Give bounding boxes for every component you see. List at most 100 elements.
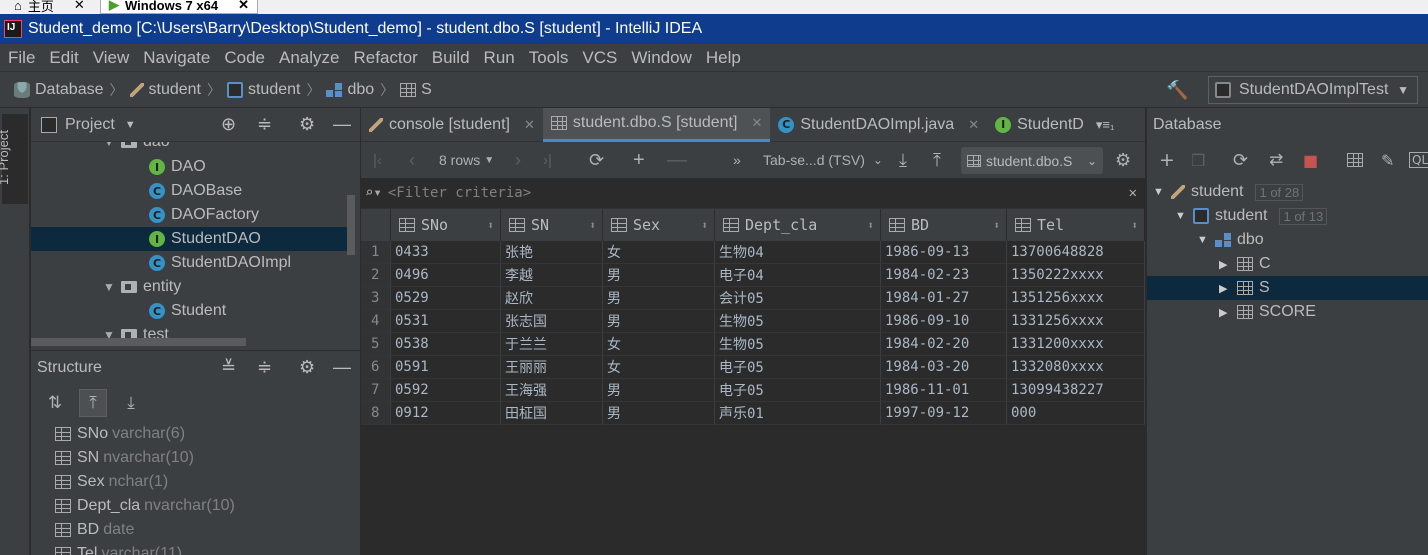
menu-refactor[interactable]: Refactor <box>353 48 417 68</box>
db-tree-table-c[interactable]: ▶ C <box>1147 252 1428 276</box>
table-cell[interactable]: 男 <box>603 287 715 310</box>
first-page-icon[interactable]: |‹ <box>373 142 382 178</box>
tree-item-entity[interactable]: ▼ entity <box>31 275 349 299</box>
column-header-sn[interactable]: SN ⬍ <box>501 209 603 241</box>
tree-item-student-class[interactable]: C Student <box>31 299 349 323</box>
expand-arrow-icon[interactable]: ▼ <box>1175 210 1187 222</box>
expand-arrow-icon[interactable]: ▶ <box>1219 282 1231 295</box>
clear-filter-icon[interactable]: ✕ <box>1129 185 1137 201</box>
export-format-select[interactable]: Tab-se...d (TSV) ⌄ <box>763 142 883 178</box>
hide-icon[interactable]: — <box>333 114 351 135</box>
table-cell[interactable]: 会计05 <box>715 287 881 310</box>
table-cell[interactable]: 赵欣 <box>501 287 603 310</box>
table-cell[interactable]: 000 <box>1007 402 1145 425</box>
synchronize-icon[interactable]: ⇄ <box>1269 142 1283 178</box>
table-cell[interactable]: 张志国 <box>501 310 603 333</box>
tree-item-dao-interface[interactable]: I DAO <box>31 155 349 179</box>
structure-item-bd[interactable]: BD date <box>55 518 134 542</box>
table-cell[interactable]: 13700648828 <box>1007 241 1145 264</box>
table-cell[interactable]: 1351256xxxx <box>1007 287 1145 310</box>
table-cell[interactable]: 电子05 <box>715 379 881 402</box>
import-icon[interactable]: ⤒ <box>933 142 941 178</box>
close-icon[interactable]: ✕ <box>238 0 249 13</box>
copy-icon[interactable]: ❐ <box>1191 142 1205 178</box>
db-tree-table-s[interactable]: ▶ S <box>1147 276 1428 300</box>
menu-tools[interactable]: Tools <box>529 48 569 68</box>
table-cell[interactable]: 于兰兰 <box>501 333 603 356</box>
table-cell[interactable]: 男 <box>603 310 715 333</box>
db-tree-datasource-student[interactable]: ▼ student 1 of 28 <box>1147 180 1428 204</box>
table-cell[interactable]: 男 <box>603 402 715 425</box>
column-header-dept-cla[interactable]: Dept_cla ⬍ <box>715 209 881 241</box>
console-ql-icon[interactable]: QL <box>1409 152 1428 168</box>
structure-item-tel[interactable]: Tel varchar(11) <box>55 542 182 555</box>
table-cell[interactable]: 0592 <box>391 379 501 402</box>
menu-code[interactable]: Code <box>224 48 265 68</box>
table-cell[interactable]: 0529 <box>391 287 501 310</box>
table-cell[interactable]: 1984-01-27 <box>881 287 1007 310</box>
add-icon[interactable]: + <box>1159 142 1175 178</box>
sort-icon[interactable]: ⬍ <box>993 219 1000 232</box>
table-cell[interactable]: 女 <box>603 333 715 356</box>
gear-icon[interactable]: ⚙ <box>299 114 315 135</box>
menu-edit[interactable]: Edit <box>49 48 78 68</box>
breadcrumb-database[interactable]: Database <box>14 81 104 99</box>
table-cell[interactable]: 0591 <box>391 356 501 379</box>
expand-arrow-icon[interactable]: ▶ <box>1219 306 1231 319</box>
table-select[interactable]: student.dbo.S ⌄ <box>961 147 1103 174</box>
host-tab-vm[interactable]: ▶ Windows 7 x64 ✕ <box>100 0 258 14</box>
table-cell[interactable]: 0433 <box>391 241 501 264</box>
scroll-to-source-icon[interactable]: ⤓ <box>117 389 145 417</box>
db-tree-database-student[interactable]: ▼ student 1 of 13 <box>1147 204 1428 228</box>
filter-input[interactable]: <Filter criteria> <box>388 185 531 201</box>
tab-list-icon[interactable]: ▾≡₁ <box>1096 117 1115 133</box>
db-tree-schema-dbo[interactable]: ▼ dbo <box>1147 228 1428 252</box>
host-tab-home[interactable]: ⌂ 主页 ✕ <box>6 0 93 14</box>
table-cell[interactable]: 生物05 <box>715 333 881 356</box>
stop-icon[interactable]: ■ <box>1303 142 1318 178</box>
close-icon[interactable]: ✕ <box>968 117 979 133</box>
table-cell[interactable]: 女 <box>603 356 715 379</box>
structure-item-sex[interactable]: Sex nchar(1) <box>55 470 168 494</box>
table-cell[interactable]: 1986-11-01 <box>881 379 1007 402</box>
column-header-sex[interactable]: Sex ⬍ <box>603 209 715 241</box>
delete-row-icon[interactable]: — <box>667 142 687 178</box>
collapse-all-icon[interactable]: ≑ <box>257 114 272 135</box>
sort-icon[interactable]: ⬍ <box>487 219 494 232</box>
next-page-icon[interactable]: › <box>515 142 521 178</box>
table-cell[interactable]: 0531 <box>391 310 501 333</box>
menu-analyze[interactable]: Analyze <box>279 48 339 68</box>
table-cell[interactable]: 李越 <box>501 264 603 287</box>
project-horizontal-scrollbar[interactable] <box>31 338 246 346</box>
table-cell[interactable]: 男 <box>603 379 715 402</box>
table-cell[interactable]: 生物04 <box>715 241 881 264</box>
table-cell[interactable]: 1984-02-20 <box>881 333 1007 356</box>
table-cell[interactable]: 1984-03-20 <box>881 356 1007 379</box>
table-cell[interactable]: 生物05 <box>715 310 881 333</box>
scroll-from-source-icon[interactable]: ⤒ <box>79 389 107 417</box>
structure-item-sn[interactable]: SN nvarchar(10) <box>55 446 194 470</box>
tree-item-studentdao[interactable]: I StudentDAO <box>31 227 349 251</box>
table-cell[interactable]: 1986-09-10 <box>881 310 1007 333</box>
column-header-sno[interactable]: SNo ⬍ <box>391 209 501 241</box>
run-configuration-select[interactable]: StudentDAOImplTest ▼ <box>1208 76 1418 104</box>
close-icon[interactable]: ✕ <box>524 117 535 133</box>
export-icon[interactable]: ⤓ <box>899 142 907 178</box>
gear-icon[interactable]: ⚙ <box>299 357 315 378</box>
table-cell[interactable]: 0538 <box>391 333 501 356</box>
sort-icon[interactable]: ⬍ <box>1131 219 1138 232</box>
table-cell[interactable]: 1986-09-13 <box>881 241 1007 264</box>
sort-icon[interactable]: ⬍ <box>867 219 874 232</box>
tree-item-daofactory[interactable]: C DAOFactory <box>31 203 349 227</box>
sort-alphabetically-icon[interactable]: ⇅ <box>41 389 69 417</box>
table-cell[interactable]: 王海强 <box>501 379 603 402</box>
table-cell[interactable]: 1331200xxxx <box>1007 333 1145 356</box>
table-cell[interactable]: 女 <box>603 241 715 264</box>
menu-vcs[interactable]: VCS <box>582 48 617 68</box>
expand-arrow-icon[interactable]: ▼ <box>103 142 115 149</box>
project-tool-tab[interactable]: 1: Project <box>0 114 28 204</box>
table-cell[interactable]: 1331256xxxx <box>1007 310 1145 333</box>
table-cell[interactable]: 声乐01 <box>715 402 881 425</box>
table-cell[interactable]: 1350222xxxx <box>1007 264 1145 287</box>
menu-file[interactable]: File <box>8 48 35 68</box>
